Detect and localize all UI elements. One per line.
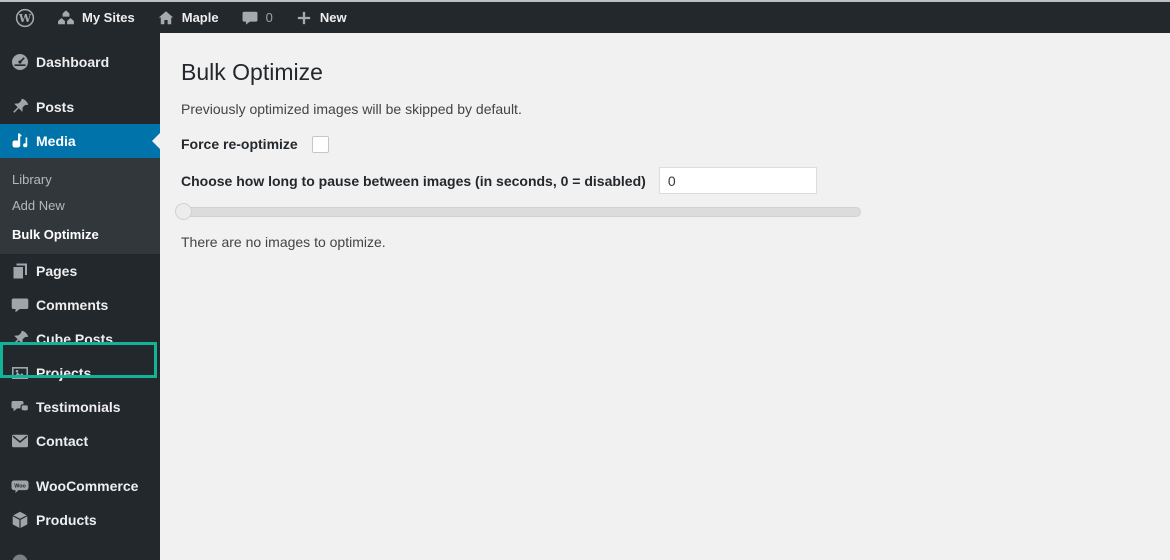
menu-separator	[0, 79, 160, 90]
my-sites-button[interactable]: My Sites	[46, 2, 146, 33]
sidebar-item-media[interactable]: Media	[0, 124, 160, 158]
pause-label: Choose how long to pause between images …	[181, 172, 646, 189]
pages-icon	[10, 261, 30, 281]
submenu-item-add-new[interactable]: Add New	[0, 192, 160, 218]
sidebar-item-label: Media	[36, 133, 76, 149]
media-notes-icon	[10, 131, 30, 151]
sidebar-item-partial[interactable]	[0, 545, 160, 560]
sidebar-item-dashboard[interactable]: Dashboard	[0, 45, 160, 79]
new-label: New	[319, 10, 347, 25]
sidebar-item-label: Contact	[36, 433, 89, 449]
sidebar-item-pages[interactable]: Pages	[0, 254, 160, 288]
package-box-icon	[10, 510, 30, 530]
comment-icon	[241, 9, 259, 27]
sidebar-item-projects[interactable]: Projects	[0, 356, 160, 390]
chat-bubbles-icon	[10, 397, 30, 417]
sidebar-item-label: Cube Posts	[36, 331, 114, 347]
comment-count: 0	[265, 10, 273, 25]
main-content: Bulk Optimize Previously optimized image…	[160, 33, 1170, 560]
pushpin-icon	[10, 97, 30, 117]
my-sites-label: My Sites	[82, 10, 135, 25]
submenu-item-library[interactable]: Library	[0, 166, 160, 192]
submenu-item-label: Add New	[12, 197, 65, 213]
dashboard-gauge-icon	[10, 52, 30, 72]
svg-text:Woo: Woo	[14, 484, 26, 490]
site-name-button[interactable]: Maple	[146, 2, 230, 33]
admin-bar: W My Sites Maple 0 New	[0, 2, 1170, 33]
page-title: Bulk Optimize	[181, 59, 323, 85]
force-reoptimize-label: Force re-optimize	[181, 136, 298, 152]
partial-menu-icon	[10, 552, 30, 560]
submenu-item-bulk-optimize[interactable]: Bulk Optimize	[0, 218, 160, 251]
comments-shortcut[interactable]: 0	[230, 2, 284, 33]
status-message: There are no images to optimize.	[181, 234, 386, 250]
plus-icon	[295, 9, 313, 27]
admin-sidebar: Dashboard Posts Media Library Add New Bu…	[0, 33, 160, 560]
menu-separator	[0, 458, 160, 469]
sidebar-item-label: Testimonials	[36, 399, 121, 415]
sidebar-item-contact[interactable]: Contact	[0, 424, 160, 458]
wordpress-menu-button[interactable]: W	[4, 2, 46, 33]
svg-text:W: W	[18, 12, 32, 25]
force-reoptimize-checkbox[interactable]	[311, 135, 329, 153]
sidebar-item-comments[interactable]: Comments	[0, 288, 160, 322]
media-submenu: Library Add New Bulk Optimize	[0, 158, 160, 378]
sidebar-item-testimonials[interactable]: Testimonials	[0, 390, 160, 424]
pause-seconds-input[interactable]	[658, 167, 817, 194]
image-icon	[10, 363, 30, 383]
new-content-button[interactable]: New	[284, 2, 358, 33]
sidebar-item-label: Products	[36, 512, 97, 528]
progress-handle	[175, 203, 192, 220]
envelope-icon	[10, 431, 30, 451]
home-icon	[157, 9, 175, 27]
submenu-item-label: Library	[12, 171, 52, 187]
sidebar-item-woocommerce[interactable]: Woo WooCommerce	[0, 469, 160, 503]
sidebar-item-label: Pages	[36, 263, 78, 279]
sidebar-item-label: Posts	[36, 99, 75, 115]
site-name: Maple	[181, 10, 219, 25]
submenu-item-label: Bulk Optimize	[12, 227, 99, 242]
sidebar-item-label: Comments	[36, 297, 109, 313]
sidebar-item-cube-posts[interactable]: Cube Posts	[0, 322, 160, 356]
sidebar-item-label: WooCommerce	[36, 478, 139, 494]
woo-badge-icon: Woo	[10, 476, 30, 496]
pushpin-icon	[10, 329, 30, 349]
my-sites-icon	[57, 9, 75, 27]
sidebar-item-label: Dashboard	[36, 54, 110, 70]
sidebar-item-products[interactable]: Products	[0, 503, 160, 537]
sidebar-item-posts[interactable]: Posts	[0, 90, 160, 124]
pause-row: Choose how long to pause between images …	[181, 167, 1150, 194]
bulk-progress-bar	[175, 203, 861, 220]
force-reoptimize-row: Force re-optimize	[181, 135, 1150, 153]
sidebar-item-label: Projects	[36, 365, 92, 381]
description-text: Previously optimized images will be skip…	[181, 101, 522, 117]
comment-icon	[10, 295, 30, 315]
wordpress-logo-icon: W	[15, 8, 35, 28]
